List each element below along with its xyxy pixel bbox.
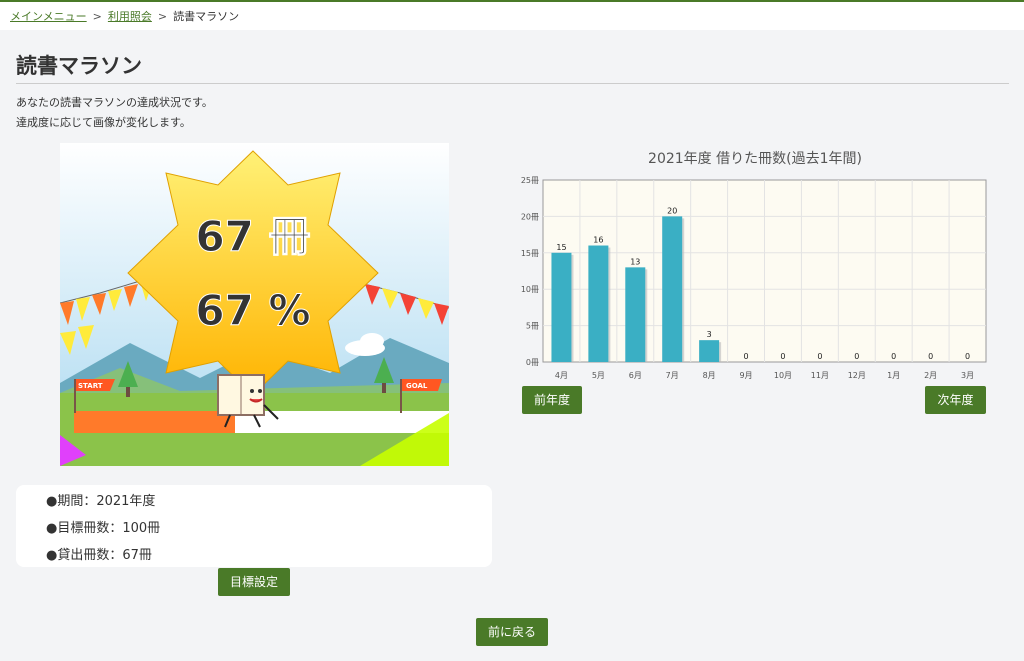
marathon-illustration: 67 冊 67 % START GOAL <box>60 143 449 466</box>
x-tick-label: 11月 <box>811 371 829 380</box>
page-description: あなたの読書マラソンの達成状況です。 達成度に応じて画像が変化します。 <box>16 93 213 133</box>
data-label: 0 <box>965 352 970 361</box>
monthly-borrow-chart: 2021年度 借りた冊数(過去1年間) 0冊 5冊 10冊 15冊 20冊 25冊 15 4月… <box>500 140 1010 400</box>
y-tick-label: 15冊 <box>521 249 539 258</box>
bar <box>551 252 572 362</box>
title-divider <box>16 83 1009 84</box>
chart-plot: 0冊 5冊 10冊 15冊 20冊 25冊 15 4月 16 5月 13 6月 20 7月 3 8月 0 9月 0 1… <box>521 176 987 380</box>
x-tick-label: 4月 <box>555 371 568 380</box>
target-count-text: ●目標冊数：100冊 <box>46 521 161 536</box>
data-label: 0 <box>743 352 748 361</box>
start-label: START <box>78 382 103 390</box>
x-tick-label: 3月 <box>961 371 974 380</box>
data-label: 0 <box>817 352 822 361</box>
x-tick-label: 1月 <box>887 371 900 380</box>
breadcrumb-separator: > <box>157 10 168 23</box>
x-tick-label: 2月 <box>924 371 937 380</box>
goal-setting-button[interactable]: 目標設定 <box>218 568 290 596</box>
top-bar: メインメニュー > 利用照会 > 読書マラソン <box>0 0 1024 30</box>
data-label: 15 <box>556 243 566 252</box>
y-tick-label: 10冊 <box>521 285 539 294</box>
bar <box>588 245 609 362</box>
breadcrumb-current: 読書マラソン <box>173 10 240 23</box>
goal-label: GOAL <box>406 382 428 390</box>
y-tick-label: 25冊 <box>521 176 539 185</box>
reading-summary-box: ●期間：2021年度 ●目標冊数：100冊 ●貸出冊数：67冊 <box>16 485 492 567</box>
books-count-text: 67 冊 <box>195 212 310 261</box>
data-label: 0 <box>780 352 785 361</box>
breadcrumb-separator: > <box>92 10 102 23</box>
previous-year-button[interactable]: 前年度 <box>522 386 582 414</box>
data-label: 20 <box>667 206 677 215</box>
next-year-button[interactable]: 次年度 <box>925 386 986 414</box>
data-label: 16 <box>593 236 603 245</box>
x-tick-label: 6月 <box>629 371 642 380</box>
page-title: 読書マラソン <box>16 54 142 78</box>
percent-text: 67 % <box>195 286 310 335</box>
period-text: ●期間：2021年度 <box>46 494 156 509</box>
description-line: あなたの読書マラソンの達成状況です。 <box>16 96 213 109</box>
breadcrumb-main-menu-link[interactable]: メインメニュー <box>10 10 87 23</box>
chart-title: 2021年度 借りた冊数(過去1年間) <box>648 151 862 167</box>
back-button[interactable]: 前に戻る <box>476 618 548 646</box>
x-tick-label: 12月 <box>848 371 866 380</box>
x-tick-label: 8月 <box>703 371 716 380</box>
bar <box>662 216 683 362</box>
data-label: 0 <box>854 352 859 361</box>
x-tick-label: 7月 <box>666 371 679 380</box>
breadcrumb-usage-inquiry-link[interactable]: 利用照会 <box>108 10 152 23</box>
x-tick-label: 9月 <box>739 371 752 380</box>
bar <box>625 267 646 362</box>
y-tick-label: 5冊 <box>526 322 539 331</box>
data-label: 0 <box>891 352 896 361</box>
x-tick-label: 10月 <box>774 371 792 380</box>
data-label: 0 <box>928 352 933 361</box>
data-label: 13 <box>630 257 640 266</box>
x-tick-label: 5月 <box>592 371 605 380</box>
y-tick-label: 0冊 <box>526 358 539 367</box>
data-label: 3 <box>707 330 712 339</box>
borrowed-count-text: ●貸出冊数：67冊 <box>46 548 152 563</box>
description-line: 達成度に応じて画像が変化します。 <box>16 116 191 129</box>
y-tick-label: 20冊 <box>521 212 539 221</box>
breadcrumb: メインメニュー > 利用照会 > 読書マラソン <box>10 8 239 24</box>
bar <box>699 340 720 362</box>
